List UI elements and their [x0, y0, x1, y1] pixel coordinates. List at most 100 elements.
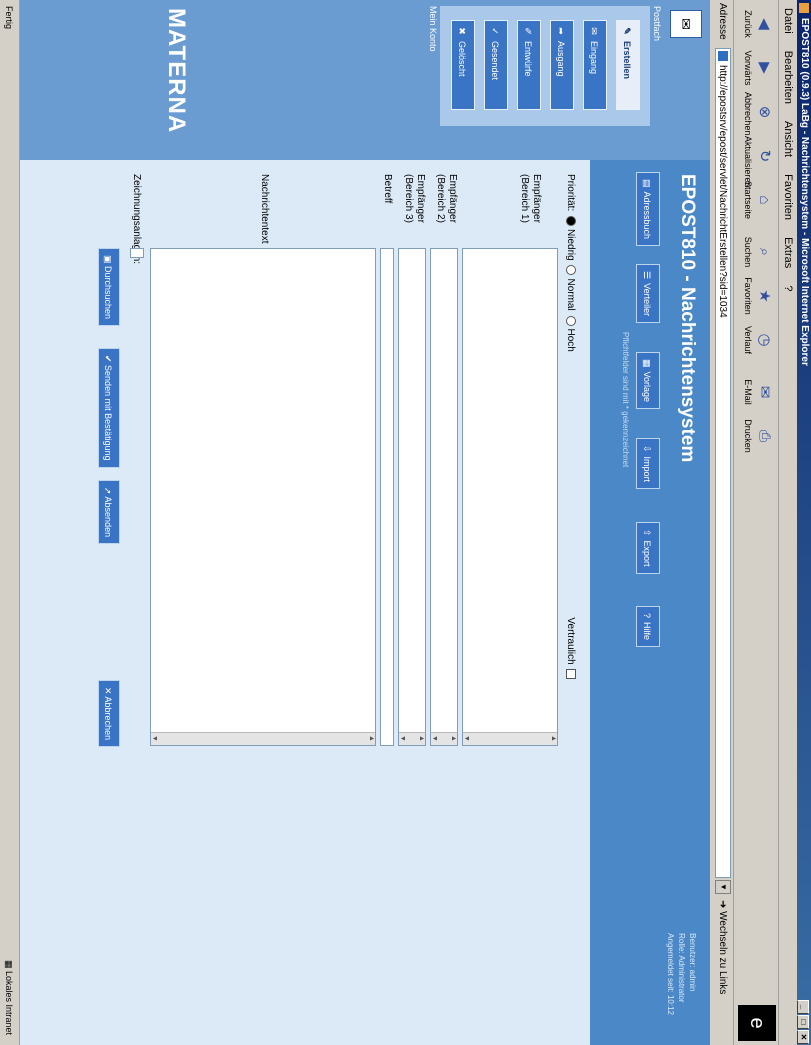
- recipient-1-list[interactable]: [462, 248, 558, 746]
- help-icon: ?: [642, 613, 652, 619]
- minimize-button[interactable]: _: [797, 1000, 809, 1014]
- browse-button[interactable]: ▣ Durchsuchen: [98, 248, 120, 327]
- sidebar-item-drafts[interactable]: ✐ Entwürfe: [517, 20, 541, 110]
- help-button[interactable]: ? Hilfe: [636, 606, 660, 648]
- address-label: Adresse: [717, 3, 728, 40]
- go-button[interactable]: ➜ Wechseln zu Links: [717, 900, 728, 994]
- send-icon: ➚: [103, 487, 113, 497]
- security-zone: ▦ Lokales Intranet: [0, 960, 19, 1035]
- sidebar-item-label: Ausgang: [556, 41, 566, 77]
- recipient-1-label: Empfänger (Bereich 1): [519, 174, 542, 223]
- page-title: EPOST810 - Nachrichtensystem: [677, 174, 698, 463]
- button-label: Senden mit Bestätigung: [103, 365, 113, 461]
- favorites-button[interactable]: ★ Favoriten: [743, 276, 775, 316]
- subject-input[interactable]: [380, 248, 394, 746]
- template-button[interactable]: ▦ Vorlage: [636, 352, 660, 410]
- print-button[interactable]: ⎙ Drucken: [743, 416, 775, 456]
- send-button[interactable]: ➚ Absenden: [98, 480, 120, 545]
- addressbook-button[interactable]: ▤ Adressbuch: [636, 172, 660, 247]
- action-label: Vorlage: [642, 371, 652, 403]
- recipient-3-list[interactable]: [398, 248, 426, 746]
- button-label: Absenden: [103, 496, 113, 538]
- cancel-button[interactable]: ✕ Abbrechen: [98, 680, 120, 748]
- sidebar-item-sent[interactable]: ✓ Gesendet: [484, 20, 508, 110]
- menu-help[interactable]: ?: [782, 285, 794, 291]
- menu-view[interactable]: Ansicht: [782, 121, 794, 157]
- recipient-2-label: Empfänger (Bereich 2): [435, 174, 458, 223]
- required-hint: Pflichtfelder sind mit * gekennzeichnet: [621, 332, 630, 468]
- draft-icon: ✐: [523, 27, 533, 35]
- ie-logo-icon: e: [738, 1005, 776, 1041]
- search-icon: ⌕: [756, 247, 773, 257]
- url-input[interactable]: http://epostsrv/epost/servlet/NachrichtE…: [715, 48, 731, 878]
- mail-button[interactable]: ✉ E-Mail: [743, 372, 775, 412]
- priority-radio-normal[interactable]: [565, 265, 576, 276]
- import-button[interactable]: ⇩ Import: [636, 438, 660, 490]
- nav-title: Postfach: [652, 6, 662, 42]
- action-label: Export: [642, 540, 652, 567]
- scrollbar[interactable]: [463, 732, 557, 745]
- links-label[interactable]: Links: [717, 971, 728, 994]
- menu-file[interactable]: Datei: [782, 8, 794, 34]
- url-dropdown-button[interactable]: ▼: [715, 880, 731, 894]
- sidebar-item-label: Gelöscht: [457, 41, 467, 77]
- recipient-2-list[interactable]: [430, 248, 458, 746]
- send-confirm-button[interactable]: ✔ Senden mit Bestätigung: [98, 348, 120, 468]
- close-button[interactable]: ✕: [797, 1030, 809, 1044]
- ie-icon: [799, 3, 809, 13]
- user-info-line: Benutzer: admin: [688, 933, 697, 992]
- pencil-icon: ✎: [622, 27, 632, 35]
- attachments-field[interactable]: [130, 248, 144, 258]
- menu-favorites[interactable]: Favoriten: [782, 174, 794, 220]
- priority-radio-high[interactable]: [565, 315, 576, 326]
- sidebar: ✉ Postfach ✎ Erstellen ✉ Eingang ➦ Ausgang …: [20, 0, 710, 160]
- home-button[interactable]: ⌂ Startseite: [743, 180, 775, 220]
- user-info-line: Rolle: Administrator: [677, 933, 686, 1003]
- history-button[interactable]: ◷ Verlauf: [743, 320, 775, 360]
- export-icon: ⇧: [642, 529, 652, 537]
- addressbook-icon: ▤: [642, 179, 652, 188]
- confirm-icon: ✔: [103, 355, 113, 366]
- nav-panel: ✎ Erstellen ✉ Eingang ➦ Ausgang ✐ Entwürfe ✓…: [440, 6, 650, 126]
- zone-label: Lokales Intranet: [4, 970, 14, 1035]
- address-bar: Adresse http://epostsrv/epost/servlet/Na…: [711, 0, 733, 1045]
- action-label: Hilfe: [642, 622, 652, 641]
- window-title: EPOST810 (0.9.3) LaBg - Nachrichtensyste…: [799, 18, 810, 366]
- search-button[interactable]: ⌕ Suchen: [743, 232, 775, 272]
- sidebar-item-outbox[interactable]: ➦ Ausgang: [550, 20, 574, 110]
- priority-option-label: Niedrig: [565, 229, 576, 261]
- menu-bar: Datei Bearbeiten Ansicht Favoriten Extra…: [778, 0, 797, 1045]
- priority-row: Priorität: Niedrig Normal Hoch Vertrauli…: [564, 174, 576, 679]
- distribution-list-button[interactable]: ☰ Verteiler: [636, 264, 660, 324]
- sidebar-item-label: Eingang: [589, 41, 599, 75]
- menu-edit[interactable]: Bearbeiten: [782, 51, 794, 104]
- nav-subtitle[interactable]: Mein Konto: [428, 6, 438, 52]
- favorites-label: Favoriten: [743, 277, 753, 315]
- sidebar-item-inbox[interactable]: ✉ Eingang: [583, 20, 607, 110]
- folder-icon: ▣: [103, 255, 113, 267]
- confidential-label: Vertraulich: [565, 617, 576, 665]
- compose-form: Priorität: Niedrig Normal Hoch Vertrauli…: [20, 160, 590, 1045]
- body-label: Nachrichtentext: [259, 174, 270, 244]
- scrollbar[interactable]: [151, 732, 375, 745]
- sidebar-item-deleted[interactable]: ✖ Gelöscht: [451, 20, 475, 110]
- confidential-checkbox[interactable]: [565, 668, 576, 679]
- browser-window: EPOST810 (0.9.3) LaBg - Nachrichtensyste…: [0, 0, 811, 1045]
- mail-icon: ✉: [756, 385, 773, 399]
- materna-logo: MATERNA: [163, 8, 190, 134]
- intranet-icon: ▦: [4, 959, 14, 971]
- page-header: EPOST810 - Nachrichtensystem Benutzer: a…: [590, 160, 710, 1045]
- back-button[interactable]: ◀ Zurück: [743, 4, 775, 44]
- export-button[interactable]: ⇧ Export: [636, 522, 660, 574]
- sidebar-item-create[interactable]: ✎ Erstellen: [616, 20, 640, 110]
- forward-button[interactable]: ▶ Vorwärts: [743, 48, 775, 88]
- stop-button[interactable]: ⊗ Abbrechen: [743, 92, 775, 136]
- scrollbar[interactable]: [431, 732, 457, 745]
- refresh-button[interactable]: ↻ Aktualisieren: [743, 136, 775, 188]
- maximize-button[interactable]: □: [797, 1015, 809, 1029]
- menu-tools[interactable]: Extras: [782, 237, 794, 268]
- history-icon: ◷: [756, 333, 773, 347]
- message-body-textarea[interactable]: [150, 248, 376, 746]
- priority-radio-low[interactable]: [565, 216, 576, 227]
- scrollbar[interactable]: [399, 732, 425, 745]
